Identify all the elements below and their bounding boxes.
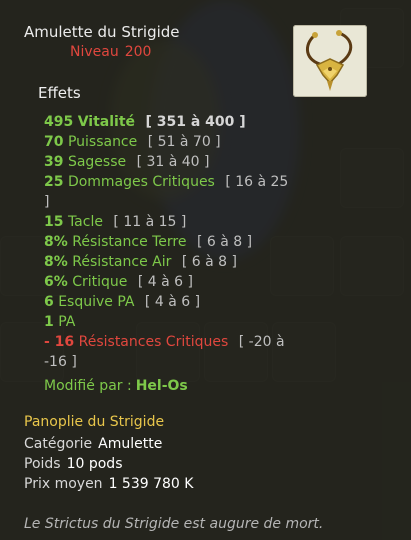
- effect-value: 6: [44, 294, 54, 310]
- item-level: Niveau 200: [70, 44, 157, 60]
- effect-range: [ 16 à 25: [225, 174, 289, 190]
- item-details: Catégorie Amulette Poids 10 pods Prix moye…: [24, 434, 193, 494]
- effect-range: [ 51 à 70 ]: [147, 134, 221, 150]
- amulet-icon: [306, 30, 353, 91]
- detail-category-value: Amulette: [98, 436, 163, 452]
- detail-weight-value: 10 pods: [66, 456, 123, 472]
- item-image-frame: [293, 25, 367, 97]
- effect-range: [ -20 à: [238, 334, 285, 350]
- detail-weight-label: Poids: [24, 456, 61, 472]
- effect-name: Esquive PA: [58, 294, 135, 310]
- effect-range: [ 4 à 6 ]: [144, 294, 201, 310]
- effect-line: 15 Tacle [ 11 à 15 ]: [44, 212, 314, 232]
- effect-name: Dommages Critiques: [67, 174, 215, 190]
- effects-heading: Effets: [38, 84, 81, 102]
- effect-line-malus: - 16 Résistances Critiques [ -20 à: [44, 332, 314, 352]
- level-label: Niveau: [70, 44, 119, 60]
- effect-value: 1: [44, 314, 54, 330]
- effect-name: Résistances Critiques: [78, 334, 229, 350]
- effect-value: 70: [44, 134, 64, 150]
- effect-range: [ 6 à 8 ]: [196, 234, 253, 250]
- effect-line: 6 Esquive PA [ 4 à 6 ]: [44, 292, 314, 312]
- effect-name: Vitalité: [77, 114, 135, 130]
- effect-name: Résistance Terre: [72, 234, 187, 250]
- effect-value: - 16: [44, 334, 75, 350]
- detail-price-value: 1 539 780 K: [108, 476, 194, 492]
- effect-name: Résistance Air: [72, 254, 172, 270]
- effect-name: Critique: [72, 274, 128, 290]
- modified-by-name: Hel-Os: [135, 378, 188, 394]
- effect-line: 8% Résistance Air [ 6 à 8 ]: [44, 252, 314, 272]
- effect-line: 495 Vitalité [ 351 à 400 ]: [44, 112, 314, 132]
- effect-name: Puissance: [67, 134, 138, 150]
- effect-range: [ 31 à 40 ]: [136, 154, 210, 170]
- effect-range: [ 351 à 400 ]: [145, 114, 246, 130]
- effect-value: 8%: [44, 254, 68, 270]
- effect-value: 495: [44, 114, 74, 130]
- level-value: 200: [124, 44, 152, 60]
- modified-by: Modifié par : Hel-Os: [44, 374, 314, 398]
- effect-name: Sagesse: [67, 154, 127, 170]
- effect-value: 39: [44, 154, 64, 170]
- effect-value: 25: [44, 174, 64, 190]
- detail-price: Prix moyen 1 539 780 K: [24, 474, 193, 494]
- effect-value: 15: [44, 214, 64, 230]
- effect-line: 39 Sagesse [ 31 à 40 ]: [44, 152, 314, 172]
- effect-line: 6% Critique [ 4 à 6 ]: [44, 272, 314, 292]
- effect-range-continuation: ]: [44, 194, 50, 210]
- effect-range: [ 11 à 15 ]: [113, 214, 187, 230]
- effect-range: [ 4 à 6 ]: [137, 274, 193, 290]
- effect-range-continuation: -16 ]: [44, 354, 77, 370]
- item-set-link[interactable]: Panoplie du Strigide: [24, 414, 164, 430]
- effect-value: 8%: [44, 234, 68, 250]
- effect-line: 8% Résistance Terre [ 6 à 8 ]: [44, 232, 314, 252]
- effect-line: 1 PA: [44, 312, 314, 332]
- detail-category: Catégorie Amulette: [24, 434, 193, 454]
- detail-weight: Poids 10 pods: [24, 454, 193, 474]
- detail-price-label: Prix moyen: [24, 476, 103, 492]
- item-description: Le Strictus du Strigide est augure de mo…: [24, 516, 324, 532]
- effect-name: Tacle: [67, 214, 103, 230]
- detail-category-label: Catégorie: [24, 436, 93, 452]
- item-name: Amulette du Strigide: [24, 23, 180, 41]
- effect-name: PA: [58, 314, 76, 330]
- effect-line: 25 Dommages Critiques [ 16 à 25: [44, 172, 314, 192]
- effect-value: 6%: [44, 274, 68, 290]
- effects-list: 495 Vitalité [ 351 à 400 ] 70 Puissance …: [44, 112, 314, 398]
- effect-range: [ 6 à 8 ]: [181, 254, 237, 270]
- modified-by-label: Modifié par :: [44, 378, 132, 394]
- item-tooltip: Amulette du Strigide Niveau 200 Effets 49…: [0, 0, 411, 540]
- effect-line: 70 Puissance [ 51 à 70 ]: [44, 132, 314, 152]
